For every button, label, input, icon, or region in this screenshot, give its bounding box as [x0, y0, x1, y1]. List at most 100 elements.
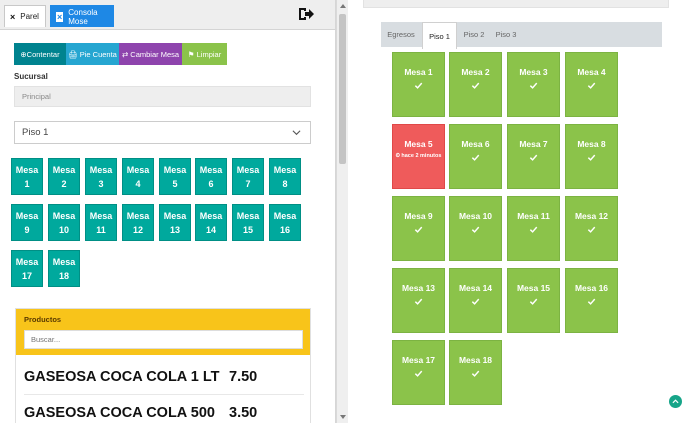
left-mesa-8[interactable]: Mesa 8: [269, 158, 301, 195]
left-mesa-2[interactable]: Mesa 2: [48, 158, 80, 195]
tab-consola-mose[interactable]: × Consola Mose: [50, 5, 114, 27]
mesa-name: Mesa 6: [461, 139, 490, 149]
mesa-label: Mesa 12: [127, 209, 150, 237]
left-mesa-14[interactable]: Mesa 14: [195, 204, 227, 241]
right-mesa-17[interactable]: Mesa 17: [392, 340, 445, 405]
scroll-up-arrow[interactable]: [340, 4, 346, 8]
product-name: GASEOSA COCA COLA 500: [24, 404, 215, 421]
right-mesa-1[interactable]: Mesa 1: [392, 52, 445, 117]
check-icon: [587, 154, 596, 161]
right-mesa-4[interactable]: Mesa 4: [565, 52, 618, 117]
mesa-label-line1: Mesa 7: [236, 164, 260, 189]
right-mesa-5[interactable]: Mesa 5 ⏲ hace 2 minutos: [392, 124, 445, 189]
mesa-label: Mesa 15: [237, 209, 260, 237]
close-icon[interactable]: ×: [10, 12, 15, 22]
left-mesa-5[interactable]: Mesa 5: [159, 158, 191, 195]
tab-egresos[interactable]: Egresos: [381, 22, 421, 47]
right-top-strip: [363, 0, 669, 8]
mesa-label: Mesa 4: [123, 163, 153, 191]
tab-label: Consola Mose: [68, 7, 98, 26]
check-icon: [414, 298, 423, 305]
check-icon: [414, 226, 423, 233]
mesa-label-line1: Mesa: [52, 256, 76, 267]
product-row[interactable]: GASEOSA COCA COLA 500 3.50: [24, 395, 304, 423]
mesa-label: Mesa 17: [16, 255, 39, 283]
mesa-label-line1: Mesa 2: [52, 164, 76, 189]
mesa-name: Mesa 15: [516, 283, 551, 293]
product-row[interactable]: GASEOSA COCA COLA 1 LT 7.50: [24, 359, 304, 395]
mesa-label-line1: Mesa 9: [15, 210, 39, 235]
check-icon: [587, 82, 596, 89]
close-icon[interactable]: ×: [56, 11, 64, 22]
left-mesa-1[interactable]: Mesa 1: [11, 158, 43, 195]
left-mesa-11[interactable]: Mesa 11: [85, 204, 117, 241]
tab-piso-1[interactable]: Piso 1: [422, 22, 457, 49]
left-mesa-3[interactable]: Mesa 3: [85, 158, 117, 195]
mesa-name: Mesa 8: [577, 139, 606, 149]
mesa-name: Mesa 11: [517, 211, 550, 221]
check-icon: [529, 82, 538, 89]
left-mesa-4[interactable]: Mesa 4: [122, 158, 154, 195]
left-mesa-15[interactable]: Mesa 15: [232, 204, 264, 241]
right-mesa-9[interactable]: Mesa 9: [392, 196, 445, 261]
scroll-top-button[interactable]: [669, 395, 682, 408]
productos-title: Productos: [24, 315, 62, 324]
right-mesa-11[interactable]: Mesa 11: [507, 196, 560, 261]
left-pane: × Parel × Consola Mose ⊕Contentar 🖨 Pie …: [0, 0, 336, 423]
tab-piso-2[interactable]: Piso 2: [459, 22, 489, 47]
left-mesa-9[interactable]: Mesa 9: [11, 204, 43, 241]
chevron-up-icon: [672, 399, 679, 404]
right-mesa-6[interactable]: Mesa 6: [449, 124, 502, 189]
productos-search-input[interactable]: [24, 330, 303, 349]
left-mesa-17[interactable]: Mesa 17: [11, 250, 43, 287]
right-mesa-16[interactable]: Mesa 16: [565, 268, 618, 333]
left-mesa-16[interactable]: Mesa 16: [269, 204, 301, 241]
contentar-button[interactable]: ⊕Contentar: [14, 43, 66, 65]
cambiar-mesa-button[interactable]: ⇄ Cambiar Mesa: [119, 43, 182, 65]
mesa-label-line1: Mesa: [273, 210, 297, 221]
check-icon: [529, 298, 538, 305]
sign-out-icon[interactable]: [298, 6, 314, 22]
right-mesa-15[interactable]: Mesa 15: [507, 268, 560, 333]
mesa-label-line2: 11: [96, 224, 106, 235]
tab-piso-3[interactable]: Piso 3: [491, 22, 521, 47]
piso-select[interactable]: Piso 1: [14, 121, 311, 144]
right-mesa-14[interactable]: Mesa 14: [449, 268, 502, 333]
mesa-label-line1: Mesa 1: [15, 164, 39, 189]
mesa-label-line1: Mesa 3: [89, 164, 113, 189]
product-price: 3.50: [229, 404, 258, 421]
right-mesa-10[interactable]: Mesa 10: [449, 196, 502, 261]
check-icon: [471, 370, 480, 377]
scroll-thumb[interactable]: [339, 14, 346, 164]
app-frame: × Parel × Consola Mose ⊕Contentar 🖨 Pie …: [0, 0, 684, 423]
piso-select-value: Piso 1: [22, 127, 49, 138]
mesa-label-line1: Mesa 6: [199, 164, 223, 189]
mesa-label: Mesa 16: [274, 209, 297, 237]
left-mesa-10[interactable]: Mesa 10: [48, 204, 80, 241]
left-mesa-13[interactable]: Mesa 13: [159, 204, 191, 241]
right-mesa-7[interactable]: Mesa 7: [507, 124, 560, 189]
left-mesa-7[interactable]: Mesa 7: [232, 158, 264, 195]
right-mesa-12[interactable]: Mesa 12: [565, 196, 618, 261]
tab-parel[interactable]: × Parel: [4, 5, 46, 27]
left-scrollbar[interactable]: [336, 0, 348, 423]
left-mesa-18[interactable]: Mesa 18: [48, 250, 80, 287]
panel-tabbar: × Parel × Consola Mose: [0, 0, 335, 30]
left-mesa-12[interactable]: Mesa 12: [122, 204, 154, 241]
sucursal-field[interactable]: Principal: [14, 86, 311, 107]
mesa-name: Mesa 3: [519, 67, 548, 77]
scroll-down-arrow[interactable]: [340, 415, 346, 419]
right-mesa-18[interactable]: Mesa 18: [449, 340, 502, 405]
left-mesa-6[interactable]: Mesa 6: [195, 158, 227, 195]
pie-cuenta-button[interactable]: 🖨 Pie Cuenta: [66, 43, 119, 65]
right-mesa-3[interactable]: Mesa 3: [507, 52, 560, 117]
mesa-name: Mesa 14: [458, 283, 493, 293]
right-mesa-13[interactable]: Mesa 13: [392, 268, 445, 333]
productos-panel: Productos GASEOSA COCA COLA 1 LT 7.50 GA…: [15, 308, 311, 423]
mesa-label-line1: Mesa: [15, 256, 39, 267]
right-mesa-2[interactable]: Mesa 2: [449, 52, 502, 117]
limpiar-button[interactable]: ⚑ Limpiar: [182, 43, 227, 65]
right-mesa-8[interactable]: Mesa 8: [565, 124, 618, 189]
mesa-label-line2: 10: [58, 224, 69, 235]
check-icon: [529, 154, 538, 161]
